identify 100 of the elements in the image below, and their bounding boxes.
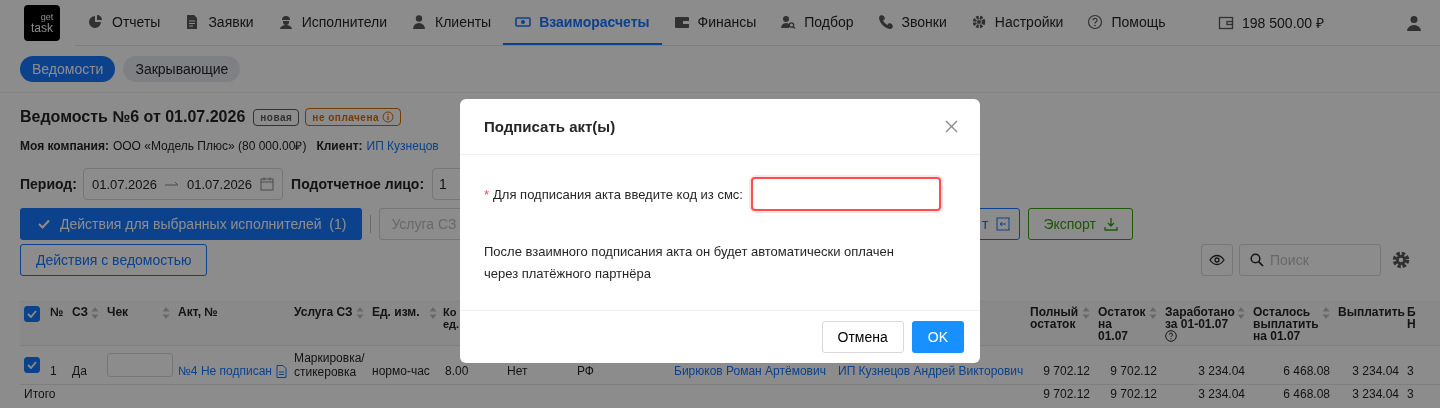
company-name: ООО «Модель Плюс» (80 000.00₽) [112, 138, 307, 154]
sort-icon[interactable] [356, 306, 364, 320]
table-cell: 3 [1407, 364, 1414, 378]
dialog-message: После взаимного подписания акта он будет автоматически оплачен через платёжного партнёра [484, 243, 895, 283]
table-cell: 1 [50, 364, 57, 378]
calendar-icon [260, 177, 275, 191]
column-header: Ко ед. [443, 306, 460, 330]
table-cell: 9 702.12 [1043, 387, 1090, 401]
period-label: Период: [20, 176, 77, 192]
ok-button[interactable]: OK [911, 321, 964, 353]
import-icon [996, 217, 1011, 231]
help-icon[interactable] [1165, 330, 1177, 342]
search-icon [1250, 253, 1264, 267]
table-cell: 6 468.08 [1283, 387, 1330, 401]
client-label: Клиент: [316, 138, 363, 153]
selected-actions-button[interactable]: Действия для выбранных исполнителей (1) [20, 208, 363, 240]
check-icon [27, 310, 37, 318]
document-icon[interactable] [275, 364, 287, 378]
column-header: Осталось выплатить на 01.07 [1253, 306, 1319, 342]
settings-icon [970, 13, 987, 30]
nav-tab[interactable]: Подбор [768, 0, 866, 45]
table-cell: Нет [507, 364, 528, 378]
table-cell: 6 468.08 [1283, 364, 1330, 378]
executor-link[interactable]: Бирюков Роман Артёмович [674, 364, 826, 378]
table-cell: 9 702.12 [1043, 364, 1090, 378]
dialog-title: Подписать акт(ы) [484, 118, 616, 135]
person-icon [411, 13, 428, 30]
column-header: Ед. изм. [372, 306, 420, 318]
table-cell: 8.00 [445, 364, 469, 378]
date-range-field[interactable]: 01.07.2026 01.07.2026 [82, 168, 284, 200]
table-cell: 3 234.04 [1352, 364, 1399, 378]
nav-tab[interactable]: Исполнители [265, 0, 400, 45]
table-cell: 9 702.12 [1110, 364, 1157, 378]
nav-tab[interactable]: Клиенты [399, 0, 504, 45]
cancel-button[interactable]: Отмена [821, 321, 904, 353]
act-link[interactable]: №4 Не подписан [178, 364, 272, 378]
check-icon [27, 361, 37, 369]
table-cell: Да [72, 364, 87, 378]
accountable-person-label: Подотчетное лицо: [291, 176, 425, 192]
column-header: Услуга СЗ [294, 306, 353, 318]
person-search-icon [780, 13, 797, 30]
column-header: Акт, № [178, 306, 218, 318]
select-all-checkbox[interactable] [24, 306, 40, 322]
column-header: Б Н [1407, 306, 1416, 330]
column-header: № [50, 306, 64, 318]
required-mark: * [484, 186, 490, 202]
sub-tab[interactable]: Ведомости [20, 56, 116, 82]
sort-icon[interactable] [1237, 306, 1245, 320]
export-button[interactable]: Экспорт [1028, 208, 1133, 240]
check-icon [38, 219, 50, 229]
settings-icon[interactable] [1391, 250, 1411, 270]
sort-icon[interactable] [1322, 306, 1330, 320]
code-label: Для подписания акта введите код из смс: [493, 186, 743, 202]
status-badge: не оплачена [305, 108, 402, 126]
table-cell: 3 234.04 [1198, 387, 1245, 401]
visibility-button[interactable] [1201, 244, 1233, 276]
sort-icon[interactable] [91, 306, 99, 320]
client-link[interactable]: ИП Кузнецов Андрей Викторович [838, 364, 1024, 378]
logo[interactable]: get task [24, 5, 60, 41]
row-checkbox[interactable] [24, 357, 40, 373]
phone-icon [877, 13, 894, 30]
user-icon[interactable] [1406, 14, 1422, 31]
total-label: Итого [24, 387, 56, 401]
nav-tab[interactable]: Звонки [865, 0, 959, 45]
column-header: Полный остаток [1030, 306, 1079, 330]
nav-tab[interactable]: Отчеты [75, 0, 173, 45]
client-link[interactable]: ИП Кузнецов [366, 138, 439, 153]
info-icon[interactable] [382, 111, 395, 123]
nav-tab[interactable]: Заявки [172, 0, 266, 45]
company-label: Моя компания: [20, 138, 109, 153]
help-icon [1087, 13, 1104, 30]
nav-tab[interactable]: Взаиморасчеты [503, 0, 662, 45]
nav-tab[interactable]: Финансы [661, 0, 769, 45]
statement-title: Ведомость №6 от 01.07.2026 [20, 108, 246, 126]
pie-chart-icon [88, 13, 104, 30]
column-header: Остаток на 01.07 [1098, 306, 1146, 342]
sms-code-field[interactable] [751, 177, 941, 211]
table-cell: нормо-час [372, 364, 430, 378]
column-header: Выплатить [1338, 306, 1405, 318]
sort-icon[interactable] [429, 306, 437, 320]
sub-tab[interactable]: Закрывающие [123, 56, 241, 82]
status-badge: новая [253, 108, 300, 126]
table-cell: 9 702.12 [1110, 387, 1157, 401]
column-header: Чек [107, 306, 129, 318]
sort-icon[interactable] [1149, 306, 1157, 320]
eye-icon [1209, 254, 1225, 266]
sort-icon[interactable] [162, 306, 170, 320]
download-icon [1104, 217, 1118, 231]
worker-icon [277, 13, 294, 30]
table-cell: Маркировка/ стикеровка [294, 351, 365, 379]
column-header: СЗ [72, 306, 89, 318]
sort-icon[interactable] [1082, 306, 1090, 320]
table-cell: 3 [1407, 387, 1414, 401]
wallet-icon [1218, 14, 1235, 31]
close-icon[interactable] [945, 120, 958, 133]
balance-amount: 198 500.00 ₽ [1242, 14, 1324, 32]
nav-tab[interactable]: Настройки [958, 0, 1076, 45]
statement-actions-button[interactable]: Действия с ведомостью [20, 244, 208, 276]
table-cell: 3 234.04 [1198, 364, 1245, 378]
nav-tab[interactable]: Помощь [1075, 0, 1178, 45]
